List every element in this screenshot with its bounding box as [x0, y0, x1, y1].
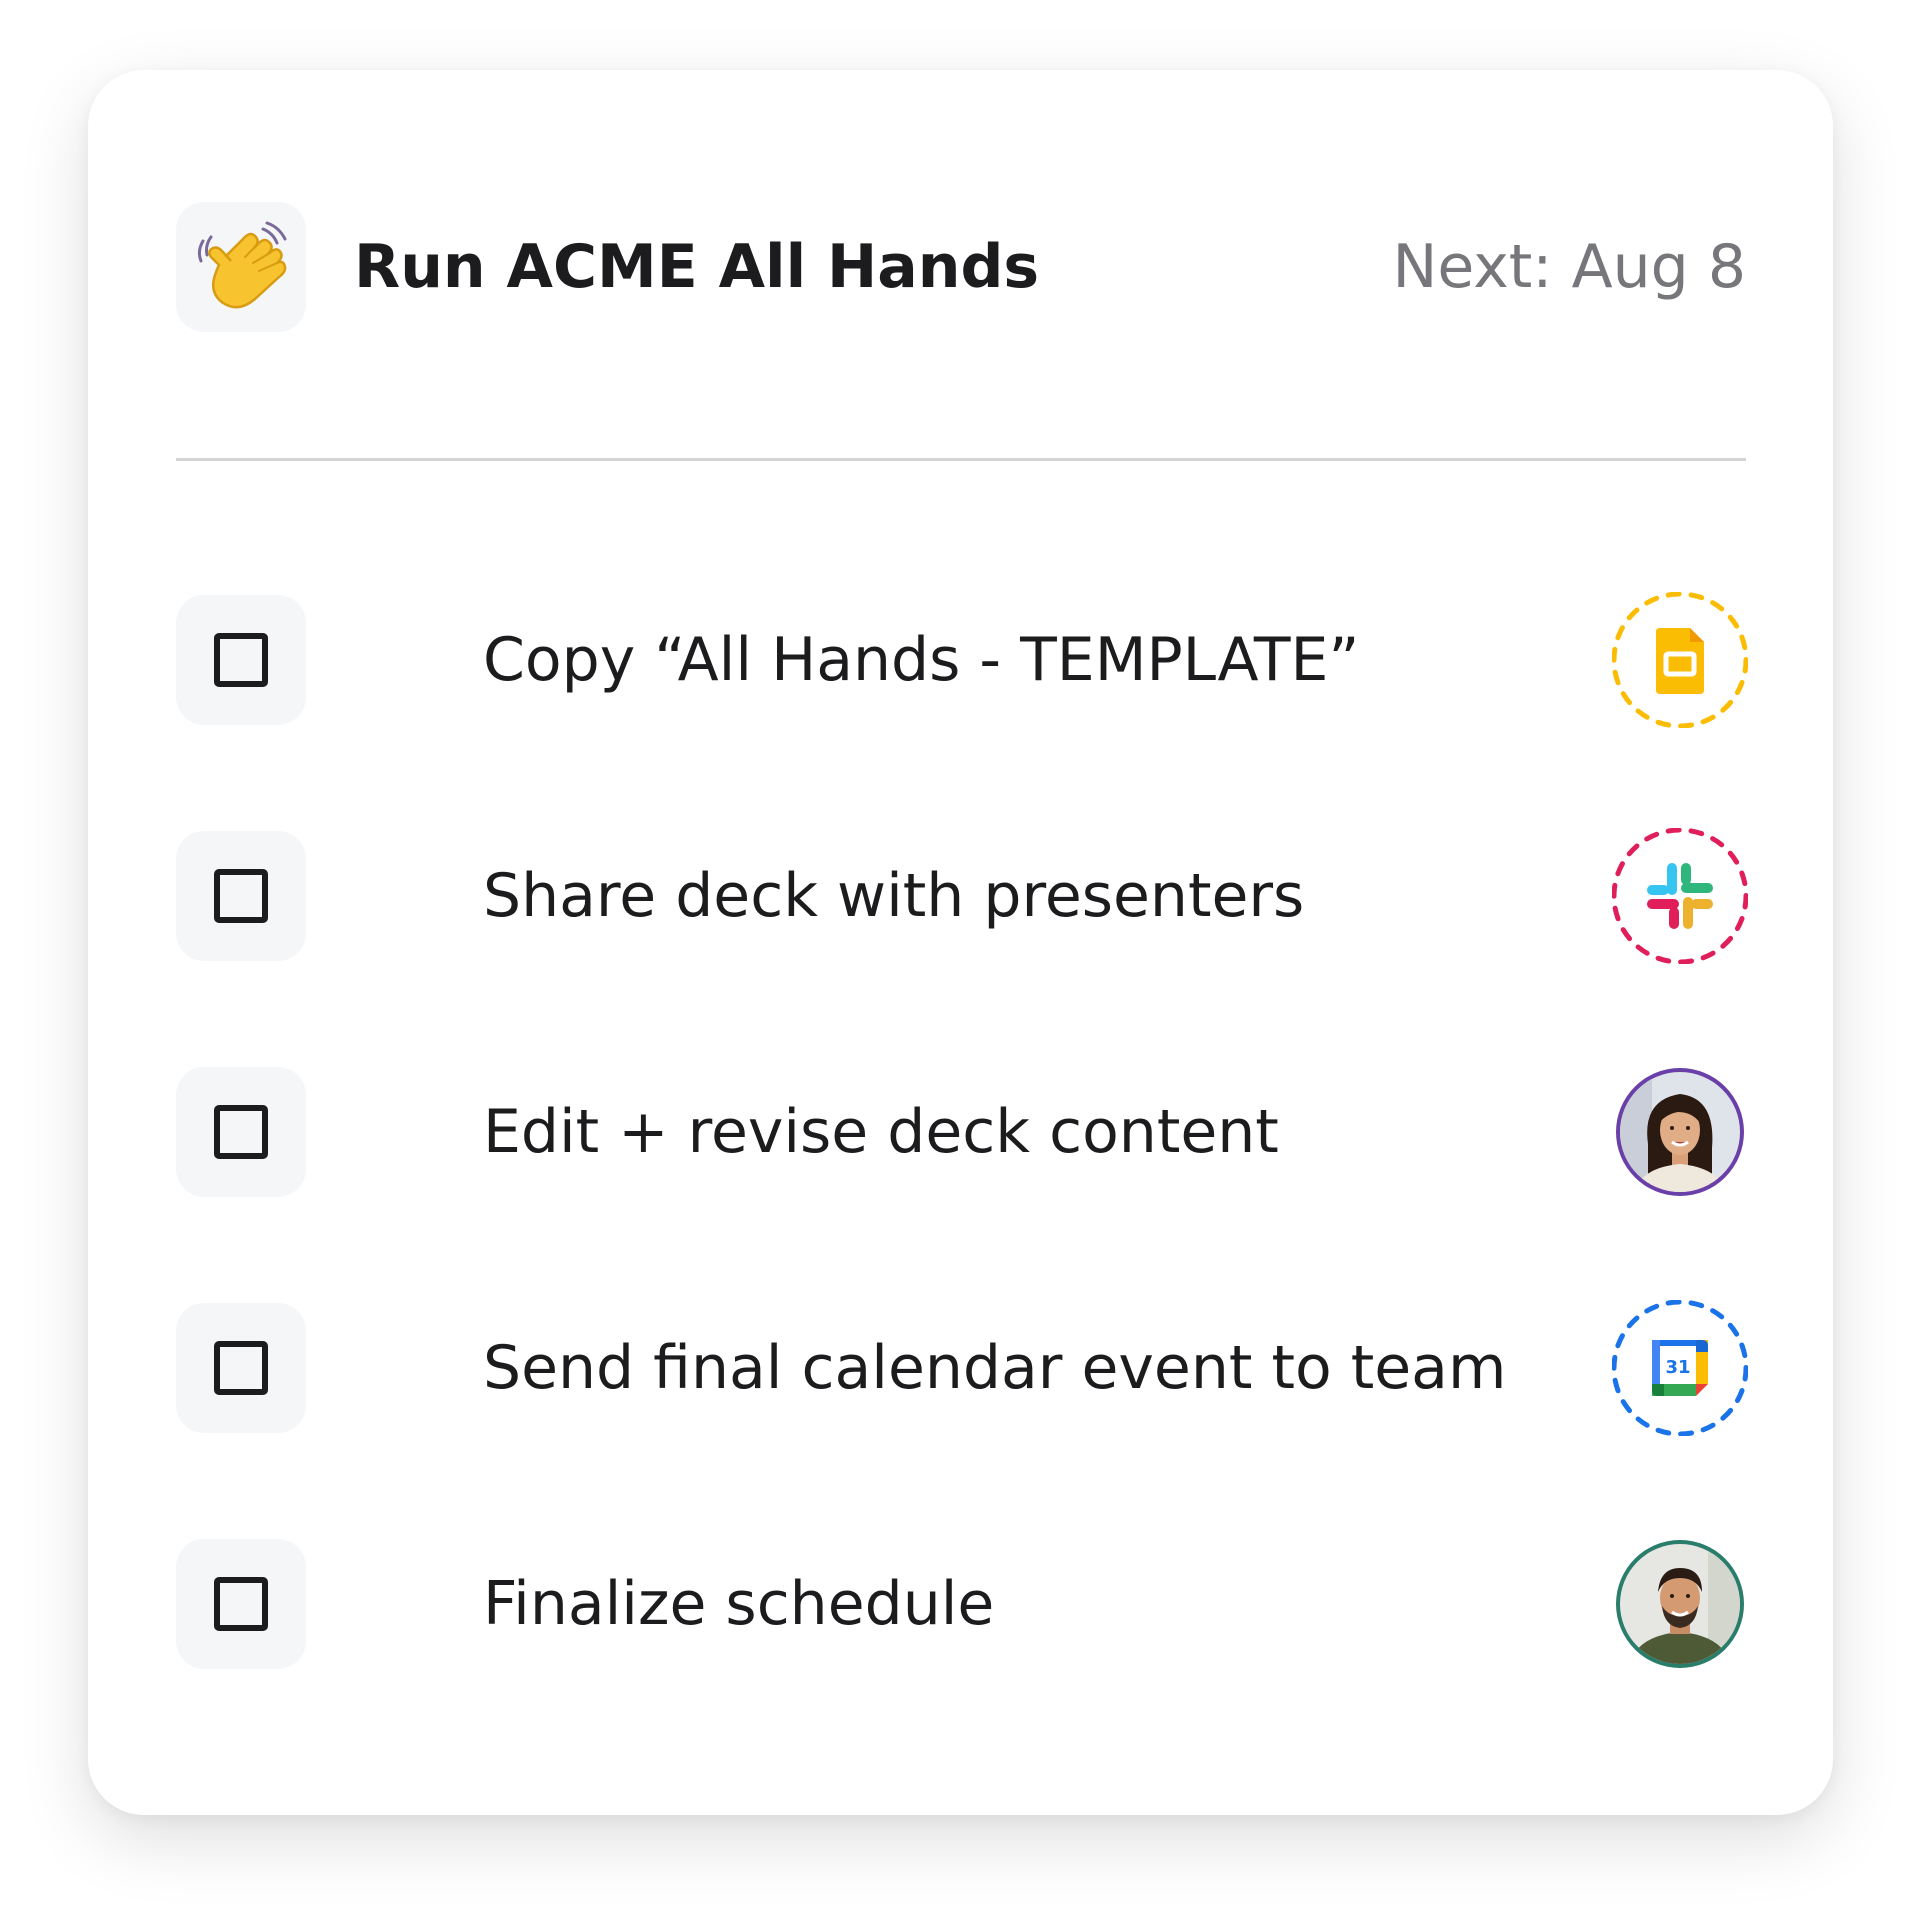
- task-row: Send final calendar event to team 31: [176, 1300, 1748, 1436]
- task-label: Send final calendar event to team: [483, 1333, 1507, 1403]
- task-checkbox[interactable]: [214, 1341, 268, 1395]
- task-label: Share deck with presenters: [483, 861, 1305, 931]
- task-label: Finalize schedule: [483, 1569, 995, 1639]
- waving-hand-icon: [197, 221, 287, 309]
- next-date-label: Next: Aug 8: [1392, 232, 1746, 302]
- assignee-slot[interactable]: [1612, 828, 1748, 964]
- checkbox-tile[interactable]: [176, 1303, 306, 1433]
- task-checkbox[interactable]: [214, 869, 268, 923]
- task-row: Copy “All Hands - TEMPLATE”: [176, 592, 1748, 728]
- task-checkbox[interactable]: [214, 633, 268, 687]
- task-list: Copy “All Hands - TEMPLATE” Share deck w…: [176, 592, 1748, 1669]
- task-checkbox[interactable]: [214, 1105, 268, 1159]
- checkbox-tile[interactable]: [176, 831, 306, 961]
- page-title: Run ACME All Hands: [354, 232, 1040, 302]
- task-row: Finalize schedule: [176, 1539, 1748, 1669]
- task-checkbox[interactable]: [214, 1577, 268, 1631]
- task-row: Share deck with presenters: [176, 828, 1748, 964]
- calendar-day-text: 31: [1665, 1357, 1690, 1378]
- google-calendar-icon: 31: [1612, 1300, 1748, 1436]
- emoji-tile[interactable]: [176, 202, 306, 332]
- assignee-slot[interactable]: [1612, 1536, 1748, 1672]
- google-slides-icon: [1612, 592, 1748, 728]
- card-header: Run ACME All Hands Next: Aug 8: [176, 202, 1746, 332]
- checklist-card: Run ACME All Hands Next: Aug 8 Copy “All…: [88, 70, 1833, 1815]
- man-avatar: [1616, 1540, 1744, 1668]
- assignee-slot[interactable]: [1612, 1064, 1748, 1200]
- checkbox-tile[interactable]: [176, 1067, 306, 1197]
- task-label: Copy “All Hands - TEMPLATE”: [483, 625, 1360, 695]
- slack-icon: [1612, 828, 1748, 964]
- assignee-slot[interactable]: 31: [1612, 1300, 1748, 1436]
- assignee-slot[interactable]: [1612, 592, 1748, 728]
- woman-avatar: [1616, 1068, 1744, 1196]
- task-row: Edit + revise deck content: [176, 1067, 1748, 1197]
- task-label: Edit + revise deck content: [483, 1097, 1279, 1167]
- header-divider: [176, 458, 1746, 461]
- checkbox-tile[interactable]: [176, 595, 306, 725]
- checkbox-tile[interactable]: [176, 1539, 306, 1669]
